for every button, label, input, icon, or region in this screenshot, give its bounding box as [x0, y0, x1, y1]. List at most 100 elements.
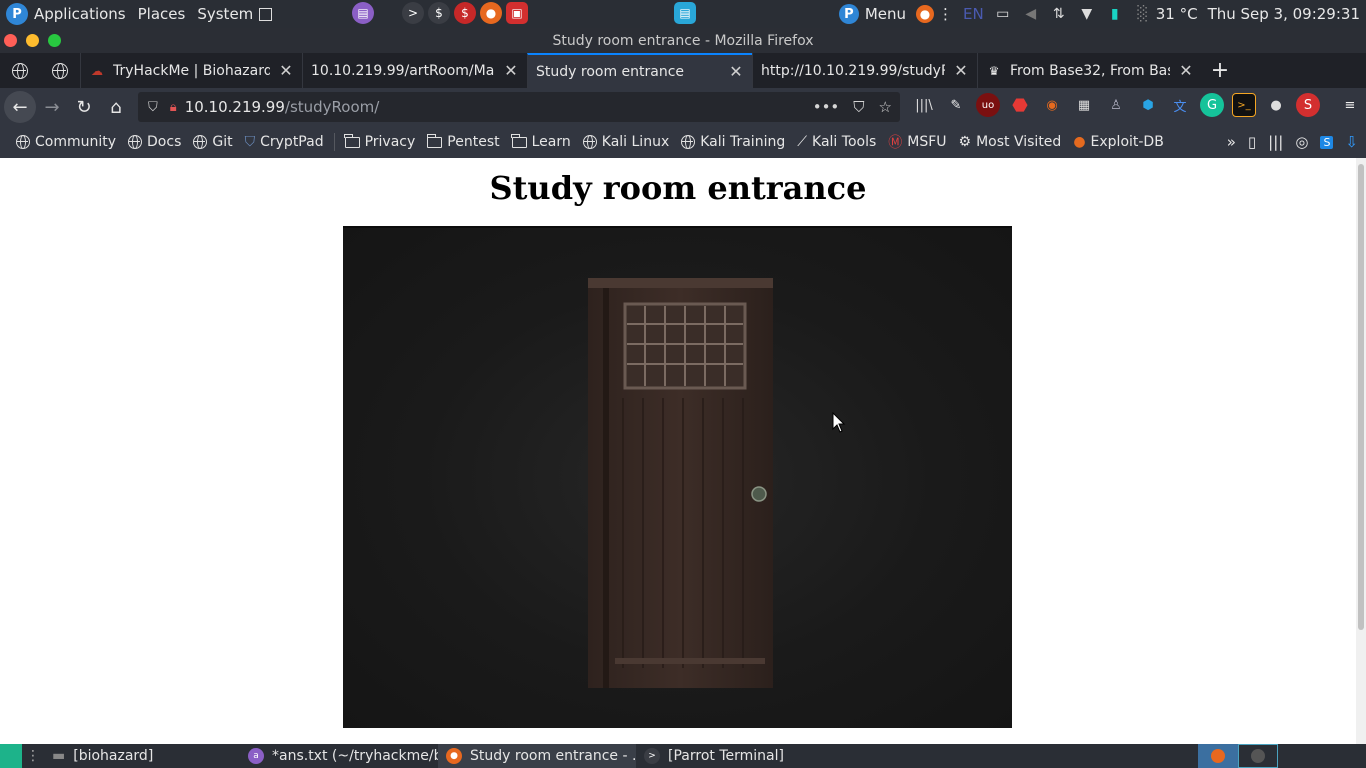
wappalyzer-icon[interactable]: ⬢	[1136, 93, 1160, 117]
bookmark-kali-training[interactable]: Kali Training	[675, 126, 791, 158]
clock[interactable]: Thu Sep 3, 09:29:31	[1208, 5, 1360, 23]
bookmark-most-visited[interactable]: ⚙ Most Visited	[953, 126, 1068, 158]
apps-grid-icon[interactable]: ▦	[1072, 93, 1096, 117]
bookmark-kali-tools[interactable]: ⟋ Kali Tools	[791, 126, 882, 158]
task-terminal[interactable]: > [Parrot Terminal]	[636, 744, 834, 768]
new-tab-button[interactable]: +	[1202, 53, 1238, 88]
system-menu[interactable]: System	[191, 0, 278, 28]
home-button[interactable]: ⌂	[100, 91, 132, 123]
close-tab-icon[interactable]: ✕	[278, 61, 294, 80]
window-titlebar[interactable]: Study room entrance - Mozilla Firefox	[0, 28, 1366, 53]
notes-launcher-icon[interactable]: ▤	[674, 2, 696, 24]
tracking-shield-icon[interactable]: ⛉	[148, 100, 158, 115]
stop-icon[interactable]: ⬣	[1008, 93, 1032, 117]
window-title: Study room entrance - Mozilla Firefox	[552, 32, 814, 49]
close-tab-icon[interactable]: ✕	[728, 62, 744, 81]
downloads-icon[interactable]: ⇩	[1345, 133, 1358, 151]
bookmark-label: Git	[212, 134, 233, 150]
red-terminal-launcher-icon[interactable]: $	[454, 2, 476, 24]
workspace-2-terminal-icon[interactable]	[1238, 744, 1278, 768]
wifi-icon[interactable]: ▼	[1078, 5, 1096, 23]
root-terminal-launcher-icon[interactable]: $	[428, 2, 450, 24]
temperature-readout[interactable]: 31 °C	[1156, 5, 1198, 23]
screenshot-launcher-icon[interactable]: ▣	[506, 2, 528, 24]
applications-menu[interactable]: P Applications	[0, 0, 132, 28]
bookmark-label: Privacy	[364, 134, 416, 150]
bookmark-cryptpad[interactable]: ⛉ CryptPad	[239, 126, 330, 158]
bookmark-kali-linux[interactable]: Kali Linux	[577, 126, 675, 158]
library-shelf-icon[interactable]: |||	[1268, 133, 1283, 151]
tab-tryhackme[interactable]: ☁ TryHackMe | Biohazard ✕	[80, 53, 302, 88]
hackbar-icon[interactable]: S	[1296, 93, 1320, 117]
maximize-window-button[interactable]	[48, 34, 61, 47]
scrollbar-thumb[interactable]	[1358, 164, 1364, 630]
extension-s-icon[interactable]: S	[1320, 135, 1334, 149]
user-agent-icon[interactable]: ♙	[1104, 93, 1128, 117]
pinned-tab-2[interactable]	[40, 53, 80, 88]
bookmark-docs[interactable]: Docs	[122, 126, 187, 158]
bookmark-git[interactable]: Git	[187, 126, 238, 158]
grammarly-icon[interactable]: G	[1200, 93, 1224, 117]
privacy-badger-icon[interactable]: ●	[1264, 93, 1288, 117]
terminal-extension-icon[interactable]: >_	[1232, 93, 1256, 117]
close-tab-icon[interactable]: ✕	[953, 61, 969, 80]
insecure-lock-icon[interactable]: 🔒︎	[170, 100, 177, 115]
tab-artroom[interactable]: 10.10.219.99/artRoom/Mans ✕	[302, 53, 527, 88]
text-editor-launcher-icon[interactable]: ▤	[352, 2, 374, 24]
sidebar-icon[interactable]: ▯	[1248, 133, 1256, 151]
bookmark-folder-pentest[interactable]: Pentest	[421, 126, 505, 158]
door-image[interactable]	[343, 226, 1012, 728]
url-bar[interactable]: ⛉ 🔒︎ 10.10.219.99/studyRoom/ ••• ⛉ ☆	[138, 92, 900, 122]
bookmark-community[interactable]: Community	[10, 126, 122, 158]
menu-label[interactable]: Menu	[865, 5, 906, 23]
cookie-icon[interactable]: ◎	[1295, 133, 1308, 151]
forward-button[interactable]: →	[36, 91, 68, 123]
burp-extension-icon[interactable]: ✎	[944, 93, 968, 117]
bookmark-folder-learn[interactable]: Learn	[506, 126, 577, 158]
page-scrollbar[interactable]	[1356, 158, 1366, 744]
places-menu[interactable]: Places	[132, 0, 192, 28]
page-actions-icon[interactable]: •••	[813, 98, 840, 116]
foxyproxy-icon[interactable]: ◉	[1040, 93, 1064, 117]
task-file-manager[interactable]: ▬ [biohazard]	[44, 744, 240, 768]
task-text-editor[interactable]: a *ans.txt (~/tryhackme/b...	[240, 744, 438, 768]
minimize-window-button[interactable]	[26, 34, 39, 47]
bookmark-msfu[interactable]: Ⓜ MSFU	[882, 126, 952, 158]
menu-logo-icon[interactable]: P	[838, 4, 859, 24]
firefox-launcher-icon[interactable]: ●	[480, 2, 502, 24]
tab-studyroom-url[interactable]: http://10.10.219.99/studyRo ✕	[752, 53, 977, 88]
translate-icon[interactable]: 文	[1168, 93, 1192, 117]
show-desktop-button[interactable]	[0, 744, 22, 768]
gear-icon: ⚙	[958, 134, 972, 150]
more-bookmarks-chevron-icon[interactable]: »	[1227, 133, 1236, 151]
tab-cyberchef[interactable]: ♛ From Base32, From Base ✕	[977, 53, 1202, 88]
close-tab-icon[interactable]: ✕	[503, 61, 519, 80]
firefox-tray-icon[interactable]: ●	[916, 5, 935, 23]
task-firefox[interactable]: ● Study room entrance - ...	[438, 744, 636, 768]
pocket-icon[interactable]: ⛉	[853, 98, 864, 116]
bookmarks-toolbar: Community Docs Git ⛉ CryptPad Privacy Pen…	[0, 126, 1366, 158]
close-window-button[interactable]	[4, 34, 17, 47]
keyboard-layout-indicator[interactable]: EN	[963, 5, 984, 23]
dots-icon[interactable]: ⋮	[938, 5, 953, 23]
bookmark-exploit-db[interactable]: ● Exploit-DB	[1067, 126, 1170, 158]
volume-icon[interactable]: ◀	[1022, 5, 1040, 23]
hamburger-menu-icon[interactable]: ≡	[1338, 93, 1362, 117]
bookmark-folder-privacy[interactable]: Privacy	[339, 126, 422, 158]
network-transfer-icon[interactable]: ⇅	[1050, 5, 1068, 23]
tab-study-room-entrance[interactable]: Study room entrance ✕	[527, 53, 752, 88]
back-button[interactable]: ←	[4, 91, 36, 123]
workspace-1-firefox-icon[interactable]	[1198, 744, 1238, 768]
system-top-panel: P Applications Places System ▤ > $ $ ● ▣…	[0, 0, 1366, 28]
pinned-tab-1[interactable]	[0, 53, 40, 88]
terminal-launcher-icon[interactable]: >	[402, 2, 424, 24]
display-icon[interactable]: ▭	[994, 5, 1012, 23]
reload-button[interactable]: ↻	[68, 91, 100, 123]
close-tab-icon[interactable]: ✕	[1178, 61, 1194, 80]
text-editor-icon: a	[248, 748, 264, 764]
battery-icon[interactable]: ▮	[1106, 5, 1124, 23]
extension-toolbar: |||\ ✎ uo ⬣ ◉ ▦ ♙ ⬢ 文 G >_ ● S ≡	[912, 93, 1362, 117]
ublock-icon[interactable]: uo	[976, 93, 1000, 117]
library-icon[interactable]: |||\	[912, 93, 936, 117]
bookmark-star-icon[interactable]: ☆	[879, 98, 892, 116]
